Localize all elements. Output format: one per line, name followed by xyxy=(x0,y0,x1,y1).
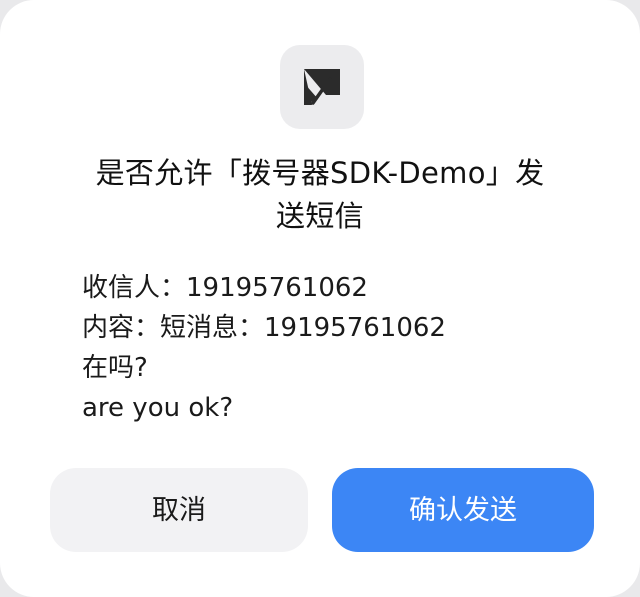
edit-note-icon xyxy=(304,69,340,105)
message-details: 收信人：19195761062 内容：短消息：19195761062 在吗? a… xyxy=(82,268,582,428)
recipient-text: 收信人：19195761062 xyxy=(82,273,368,303)
message-content-line-3: are you ok? xyxy=(82,393,234,423)
message-content-line-2: 在吗? xyxy=(82,353,148,383)
dialog-title-line-2: 送短信 xyxy=(276,199,364,233)
confirm-send-button[interactable]: 确认发送 xyxy=(332,468,594,552)
dialog-title-line-1: 是否允许「拨号器SDK-Demo」发 xyxy=(95,156,545,190)
cancel-button[interactable]: 取消 xyxy=(50,468,308,552)
message-content-line-1: 内容：短消息：19195761062 xyxy=(82,313,446,343)
app-icon xyxy=(280,45,364,129)
sms-permission-dialog: 是否允许「拨号器SDK-Demo」发 送短信 收信人：19195761062 内… xyxy=(0,0,640,597)
dialog-title: 是否允许「拨号器SDK-Demo」发 送短信 xyxy=(40,152,600,238)
